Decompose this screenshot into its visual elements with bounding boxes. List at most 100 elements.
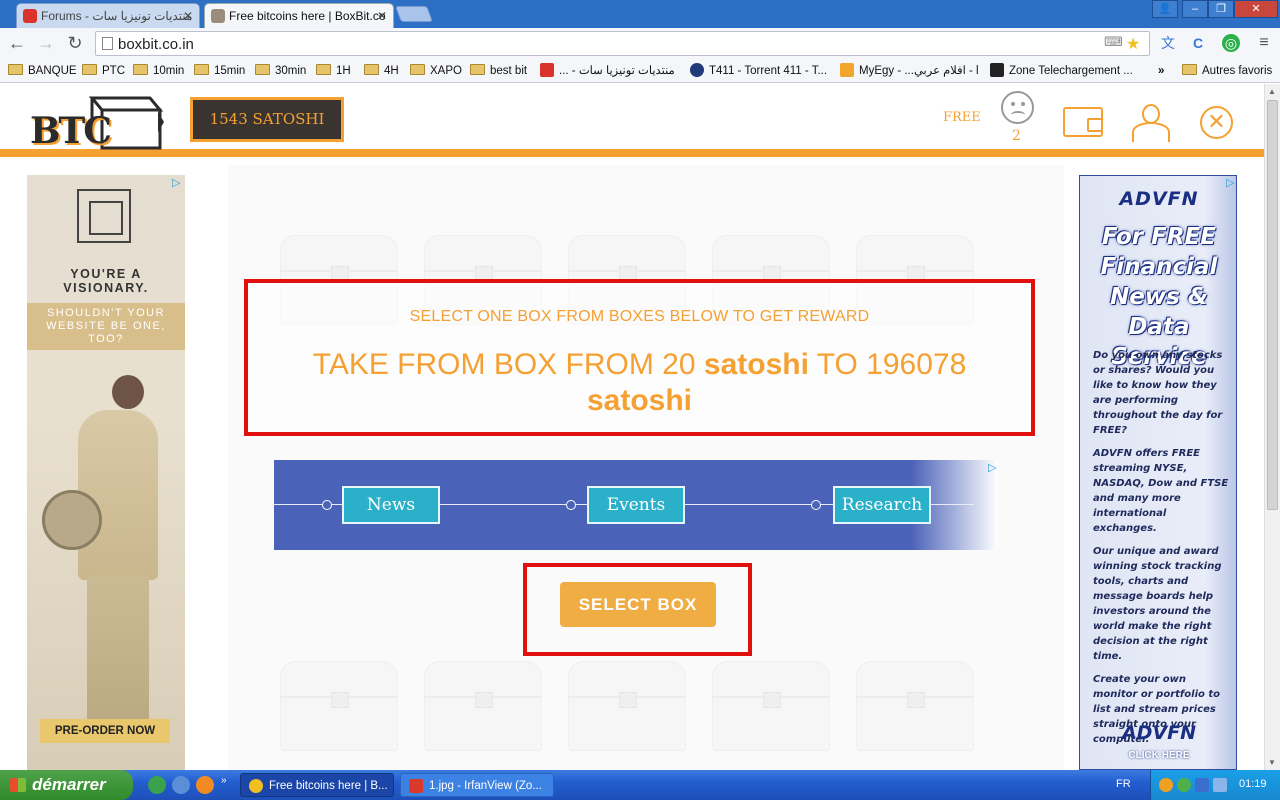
quicklaunch-more-icon[interactable]: » (221, 775, 227, 786)
windows-logo-icon (10, 778, 26, 792)
right-advertisement[interactable]: ADVFN For FREE Financial News & Data Ser… (1079, 175, 1237, 770)
forward-icon[interactable]: → (35, 33, 57, 53)
bookmark-folder[interactable]: 10min (133, 62, 184, 80)
user-profile-icon[interactable]: 👤 (1152, 0, 1178, 18)
free-link[interactable]: FREE (943, 110, 981, 125)
left-advertisement[interactable]: YOU'RE A VISIONARY. SHOULDN'T YOUR WEBSI… (27, 175, 185, 770)
bookmark-site[interactable]: T411 - Torrent 411 - T... (690, 62, 827, 80)
minimize-icon[interactable]: – (1182, 0, 1208, 18)
folder-icon (410, 64, 425, 75)
news-tab[interactable]: News (342, 486, 440, 524)
extension-green-icon[interactable]: ◎ (1222, 34, 1240, 52)
tray-network-icon[interactable] (1177, 778, 1191, 792)
user-icon[interactable] (1132, 104, 1170, 142)
site-header: BTC 1543 SATOSHI FREE 2 ✕ (0, 84, 1264, 157)
tab-forums[interactable]: Forums - منتديات تونيزيا سات ✕ (16, 3, 200, 28)
extension-c-icon[interactable]: C (1188, 33, 1208, 53)
scroll-up-icon[interactable]: ▲ (1268, 87, 1276, 96)
new-tab-button[interactable] (395, 6, 433, 22)
windows-taskbar: démarrer » Free bitcoins here | B... 1.j… (0, 770, 1280, 800)
translate-extension-icon[interactable]: 文 (1158, 33, 1178, 53)
bookmark-site[interactable]: MyEgy - ...افلام عربي - l (840, 62, 979, 80)
window-close-icon[interactable]: ✕ (1234, 0, 1278, 18)
url-input[interactable] (118, 34, 1078, 54)
translate-icon[interactable]: ⌨ (1104, 34, 1123, 50)
myegy-favicon-icon (840, 63, 854, 77)
satoshi-balance: 1543 SATOSHI (190, 97, 344, 142)
browser-tab-strip: Forums - منتديات تونيزيا سات ✕ Free bitc… (0, 0, 1280, 28)
clock[interactable]: 01:19 (1239, 778, 1267, 790)
bookmark-star-icon[interactable]: ★ (1126, 34, 1140, 54)
ad-tagline: YOU'RE A VISIONARY. (63, 267, 149, 295)
select-box-button[interactable]: SELECT BOX (560, 582, 716, 627)
start-button[interactable]: démarrer (0, 770, 133, 800)
tray-app-icon[interactable] (1159, 778, 1173, 792)
astronaut-image (42, 370, 160, 740)
close-icon[interactable]: ✕ (1200, 106, 1233, 139)
t411-favicon-icon (690, 63, 704, 77)
advfn-logo-bottom: ADVFN (1121, 722, 1197, 744)
bookmark-folder[interactable]: 15min (194, 62, 245, 80)
taskbar-chrome-button[interactable]: Free bitcoins here | B... (240, 773, 394, 797)
research-tab[interactable]: Research (833, 486, 931, 524)
page-icon (102, 37, 113, 50)
bookmark-folder[interactable]: XAPO (410, 62, 462, 80)
boxbit-favicon-icon (211, 9, 225, 23)
language-indicator[interactable]: FR (1116, 778, 1131, 790)
folder-icon (470, 64, 485, 75)
ad-paragraph: ADVFN offers FREE streaming NYSE, NASDAQ… (1093, 448, 1229, 534)
tray-security-icon[interactable] (1195, 778, 1209, 792)
address-bar[interactable]: ⌨ ★ (95, 31, 1150, 56)
reward-title: TAKE FROM BOX FROM 20 satoshi TO 196078 … (312, 348, 967, 417)
back-icon[interactable]: ← (6, 33, 28, 53)
chest-icon (712, 661, 830, 751)
close-tab-icon[interactable]: ✕ (183, 4, 193, 28)
quicklaunch-skype-icon[interactable] (148, 776, 166, 794)
restore-icon[interactable]: ❐ (1208, 0, 1234, 18)
folder-icon (194, 64, 209, 75)
bookmark-folder[interactable]: best bit (470, 62, 527, 80)
bookmark-folder[interactable]: 1H (316, 62, 351, 80)
btc-logo[interactable]: BTC (30, 92, 165, 154)
close-tab-icon[interactable]: ✕ (377, 4, 387, 28)
pre-order-button[interactable]: PRE-ORDER NOW (40, 719, 170, 743)
vertical-scrollbar[interactable]: ▲ ▼ (1264, 84, 1280, 770)
adchoices-icon[interactable]: ▷ (1226, 177, 1238, 189)
browser-toolbar: ← → ↻ ⌨ ★ 文 C ◎ ≡ (0, 28, 1280, 59)
bookmark-folder[interactable]: BANQUE (8, 62, 77, 80)
logo-text: BTC (30, 110, 112, 152)
wallet-icon[interactable] (1063, 107, 1103, 137)
user-body (1132, 122, 1170, 142)
taskbar-irfanview-button[interactable]: 1.jpg - IrfanView (Zo... (400, 773, 554, 797)
page-viewport: BTC 1543 SATOSHI FREE 2 ✕ YOU'RE A VISIO (0, 84, 1264, 770)
irfanview-icon (409, 779, 423, 793)
menu-icon[interactable]: ≡ (1254, 33, 1274, 53)
scroll-down-icon[interactable]: ▼ (1268, 758, 1276, 767)
adchoices-icon[interactable]: ▷ (988, 462, 1000, 474)
click-here-button[interactable]: CLICK HERE (1080, 750, 1236, 761)
folder-icon (316, 64, 331, 75)
g-logo-icon (77, 189, 131, 243)
ad-body: Do you own any stocks or shares? Would y… (1093, 348, 1233, 755)
scrollbar-thumb[interactable] (1267, 100, 1278, 510)
bookmark-folder[interactable]: PTC (82, 62, 125, 80)
bookmark-folder[interactable]: 30min (255, 62, 306, 80)
reload-icon[interactable]: ↻ (64, 33, 86, 53)
other-bookmarks-folder[interactable]: Autres favoris (1182, 62, 1272, 80)
tab-boxbit[interactable]: Free bitcoins here | BoxBit.co ✕ (204, 3, 394, 28)
bookmarks-overflow-button[interactable]: » (1158, 62, 1164, 80)
quicklaunch-app-icon[interactable] (196, 776, 214, 794)
sad-face-icon[interactable] (1001, 91, 1034, 124)
timeline-dot (322, 500, 332, 510)
bookmark-site[interactable]: Zone Telechargement ... (990, 62, 1133, 80)
news-events-research-ad[interactable]: News Events Research (274, 460, 998, 550)
bookmark-folder[interactable]: 4H (364, 62, 399, 80)
adchoices-icon[interactable]: ▷ (172, 177, 184, 189)
tunisia-sat-favicon-icon (540, 63, 554, 77)
tray-volume-icon[interactable] (1213, 778, 1227, 792)
events-tab[interactable]: Events (587, 486, 685, 524)
quicklaunch-ie-icon[interactable] (172, 776, 190, 794)
zone-telechargement-favicon-icon (990, 63, 1004, 77)
sad-count: 2 (1012, 128, 1021, 144)
bookmark-site[interactable]: ... - منتديات تونيزيا سات (540, 62, 675, 80)
